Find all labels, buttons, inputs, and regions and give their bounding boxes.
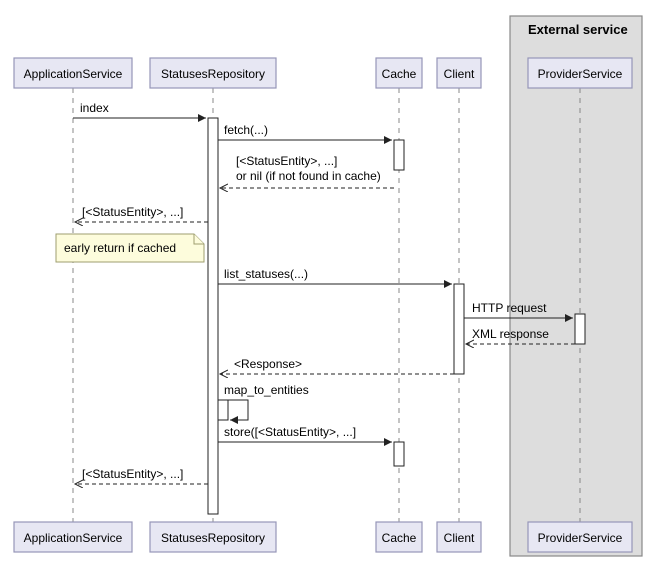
note-label: early return if cached — [64, 241, 176, 255]
participant-label: Client — [444, 531, 475, 545]
activation-repo-self — [218, 400, 228, 420]
participant-label: Cache — [382, 67, 417, 81]
msg-label: map_to_entities — [224, 383, 309, 397]
participant-label: Cache — [382, 531, 417, 545]
participant-label: ApplicationService — [24, 67, 123, 81]
participant-app-top: ApplicationService — [14, 58, 132, 88]
participant-label: ProviderService — [538, 67, 623, 81]
participant-label: ProviderService — [538, 531, 623, 545]
activation-cache-1 — [394, 140, 404, 170]
external-service-box — [510, 16, 642, 556]
participant-repo-bottom: StatusesRepository — [150, 522, 276, 552]
activation-provider — [575, 314, 585, 344]
sequence-diagram: External service ApplicationService Stat… — [0, 0, 653, 568]
participant-label: Client — [444, 67, 475, 81]
participant-provider-top: ProviderService — [528, 58, 632, 88]
msg-label: store([<StatusEntity>, ...] — [224, 425, 356, 439]
participant-app-bottom: ApplicationService — [14, 522, 132, 552]
msg-label: index — [80, 101, 109, 115]
msg-label: <Response> — [234, 357, 302, 371]
msg-label: or nil (if not found in cache) — [236, 169, 381, 183]
activation-client — [454, 284, 464, 374]
activation-cache-2 — [394, 442, 404, 466]
note-early-return: early return if cached — [56, 234, 204, 262]
msg-label: [<StatusEntity>, ...] — [82, 467, 183, 481]
participant-repo-top: StatusesRepository — [150, 58, 276, 88]
participant-label: ApplicationService — [24, 531, 123, 545]
msg-label: XML response — [472, 327, 549, 341]
participant-label: StatusesRepository — [161, 531, 265, 545]
participant-label: StatusesRepository — [161, 67, 265, 81]
participant-provider-bottom: ProviderService — [528, 522, 632, 552]
msg-label: fetch(...) — [224, 123, 268, 137]
activation-repo — [208, 118, 218, 514]
msg-label: [<StatusEntity>, ...] — [236, 154, 337, 168]
participant-cache-top: Cache — [376, 58, 422, 88]
msg-label: list_statuses(...) — [224, 267, 308, 281]
msg-label: [<StatusEntity>, ...] — [82, 205, 183, 219]
participant-cache-bottom: Cache — [376, 522, 422, 552]
external-service-label: External service — [528, 22, 628, 37]
participant-client-bottom: Client — [437, 522, 481, 552]
participant-client-top: Client — [437, 58, 481, 88]
msg-label: HTTP request — [472, 301, 547, 315]
